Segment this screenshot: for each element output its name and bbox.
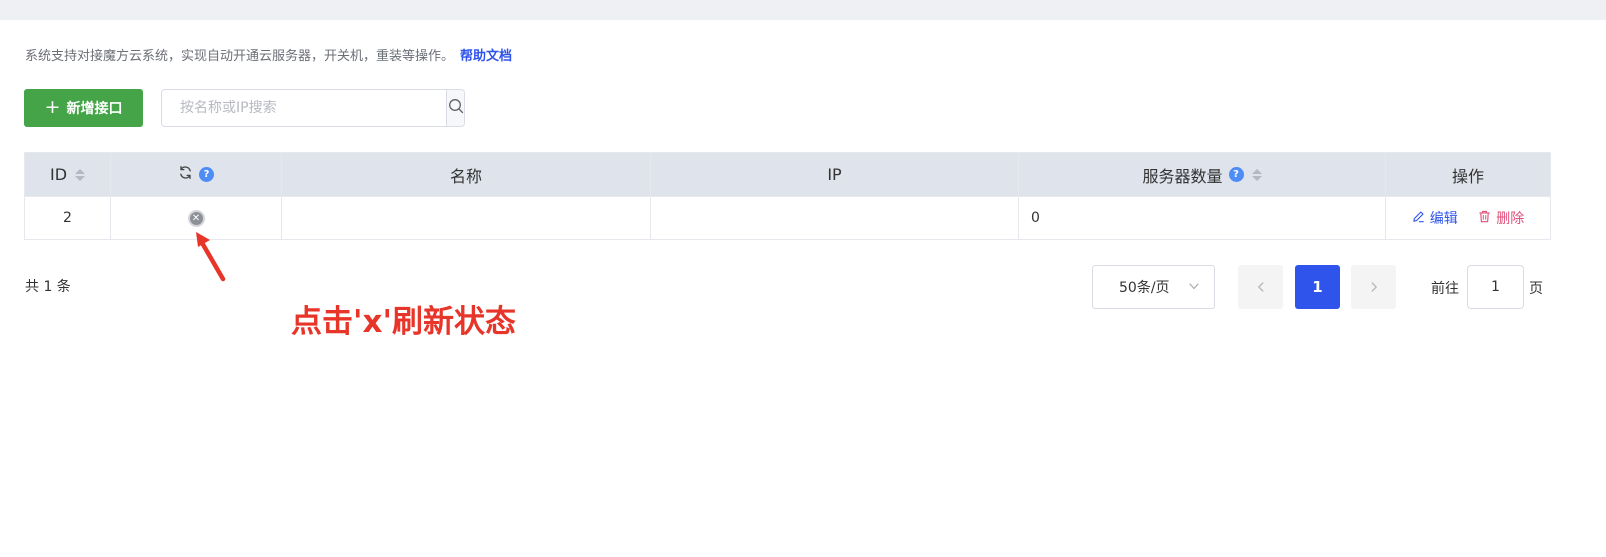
column-header-id-label: ID [49,165,68,184]
chevron-left-icon [1255,278,1267,297]
column-header-ip-label: IP [827,165,842,184]
edit-icon [1412,210,1425,227]
column-header-actions-label: 操作 [1451,166,1484,186]
column-header-ip: IP [650,152,1019,197]
search-button[interactable] [446,90,464,126]
add-interface-label: 新增接口 [66,101,123,117]
delete-label: 删除 [1496,211,1525,227]
close-circle-icon[interactable]: ✕ [187,210,205,228]
column-header-status: ? [110,152,282,197]
chevron-down-icon [1188,280,1200,296]
column-header-name-label: 名称 [449,166,482,186]
page-size-select[interactable]: 50条/页 [1092,265,1215,309]
help-doc-link[interactable]: 帮助文档 [460,49,512,64]
cell-ip [650,196,1019,240]
sort-icon[interactable] [1251,168,1262,181]
page-number-current[interactable]: 1 [1295,265,1340,309]
prev-page-button[interactable] [1238,265,1283,309]
total-count: 共 1 条 [25,279,71,295]
add-interface-button[interactable]: + 新增接口 [24,89,143,127]
cell-name [281,196,651,240]
help-icon[interactable]: ? [199,167,214,182]
page-description: 系统支持对接魔方云系统，实现自动开通云服务器，开关机，重装等操作。 帮助文档 [25,45,512,64]
trash-icon [1478,210,1491,227]
column-header-server-count[interactable]: 服务器数量 ? [1018,152,1386,197]
next-page-button[interactable] [1351,265,1396,309]
goto-page-input[interactable] [1467,265,1524,309]
refresh-icon[interactable] [178,165,193,184]
search-box [161,89,465,127]
description-text: 系统支持对接魔方云系统，实现自动开通云服务器，开关机，重装等操作。 [25,49,455,64]
interface-table: ID ? 名称 IP 服务器数量 ? 操作 2 ✕ 0 编辑 删除 [24,152,1551,240]
cell-actions: 编辑 删除 [1385,196,1551,240]
page-size-value: 50条/页 [1119,280,1170,296]
sort-icon[interactable] [75,168,86,181]
annotation-text: 点击'x'刷新状态 [291,304,516,340]
cell-id: 2 [24,196,111,240]
annotation-arrow-icon [190,228,230,288]
goto-suffix: 页 [1529,281,1543,297]
search-icon [448,98,464,118]
edit-label: 编辑 [1429,211,1458,227]
top-background-strip [0,0,1606,20]
delete-button[interactable]: 删除 [1478,208,1524,228]
goto-label: 前往 [1431,281,1459,297]
column-header-name: 名称 [281,152,651,197]
plus-icon: + [44,95,61,118]
cell-server-count: 0 [1018,196,1386,240]
table-header-row: ID ? 名称 IP 服务器数量 ? 操作 [24,152,1551,197]
table-row: 2 ✕ 0 编辑 删除 [24,196,1551,240]
chevron-right-icon [1368,278,1380,297]
column-header-server-count-label: 服务器数量 [1142,166,1223,186]
search-input[interactable] [162,90,446,126]
help-icon[interactable]: ? [1228,167,1244,182]
column-header-actions: 操作 [1385,152,1551,197]
column-header-id[interactable]: ID [24,152,111,197]
edit-button[interactable]: 编辑 [1412,208,1458,228]
